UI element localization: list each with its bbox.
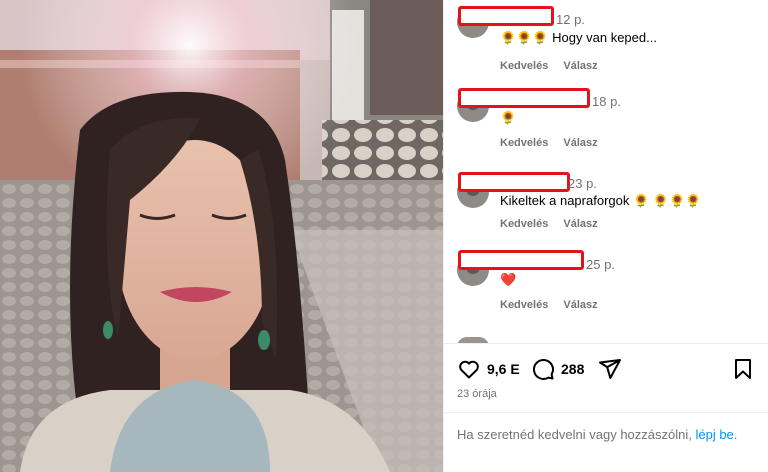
comments-panel: 12 p. 🌻🌻🌻 Hogy van keped... Kedvelés Vál… xyxy=(443,0,768,472)
like-comment-button[interactable]: Kedvelés xyxy=(500,218,548,230)
comment-actions: Kedvelés Válasz xyxy=(500,299,610,311)
comment-time[interactable]: 23 p. xyxy=(568,176,597,191)
divider xyxy=(444,343,768,344)
reply-button[interactable]: Válasz xyxy=(563,137,597,149)
post-photo xyxy=(0,0,443,472)
redacted-username[interactable] xyxy=(458,172,570,192)
comment-time[interactable]: 25 p. xyxy=(586,257,615,272)
comment-text: 🌻🌻🌻 Hogy van keped... xyxy=(500,30,657,45)
bookmark-icon[interactable] xyxy=(731,357,755,381)
comment-time[interactable]: 18 p. xyxy=(592,94,621,109)
like-comment-button[interactable]: Kedvelés xyxy=(500,299,548,311)
login-prompt-text: Ha szeretnéd kedvelni vagy hozzászólni, xyxy=(457,427,696,442)
share-icon[interactable] xyxy=(598,357,622,381)
comment-count[interactable]: 288 xyxy=(561,361,584,377)
selfie-image xyxy=(0,0,443,472)
comment-list[interactable]: 12 p. 🌻🌻🌻 Hogy van keped... Kedvelés Vál… xyxy=(444,0,768,343)
comment-text: ❤️ xyxy=(500,272,517,287)
action-bar: 9,6 E 288 xyxy=(444,350,768,386)
redacted-username[interactable] xyxy=(458,88,590,108)
comment-actions: Kedvelés Válasz xyxy=(500,60,610,72)
comment-time[interactable]: 12 p. xyxy=(556,12,585,27)
like-comment-button[interactable]: Kedvelés xyxy=(500,137,548,149)
comment-actions: Kedvelés Válasz xyxy=(500,218,610,230)
login-link[interactable]: lépj be xyxy=(695,427,733,442)
post-timestamp[interactable]: 23 órája xyxy=(457,388,497,400)
divider xyxy=(444,412,768,413)
login-prompt: Ha szeretnéd kedvelni vagy hozzászólni, … xyxy=(457,426,757,443)
comment-text: 🌻 xyxy=(500,110,517,125)
comment-actions: Kedvelés Válasz xyxy=(500,137,610,149)
reply-button[interactable]: Válasz xyxy=(563,218,597,230)
reply-button[interactable]: Válasz xyxy=(563,60,597,72)
login-prompt-end: . xyxy=(733,427,738,442)
redacted-username[interactable] xyxy=(458,6,554,26)
heart-icon[interactable] xyxy=(457,357,481,381)
reply-button[interactable]: Válasz xyxy=(563,299,597,311)
comment-icon[interactable] xyxy=(531,357,555,381)
like-comment-button[interactable]: Kedvelés xyxy=(500,60,548,72)
redacted-username[interactable] xyxy=(458,250,584,270)
comment-text: Kikeltek a napraforgok 🌻 🌻🌻🌻 xyxy=(500,193,702,208)
like-count[interactable]: 9,6 E xyxy=(487,361,520,377)
